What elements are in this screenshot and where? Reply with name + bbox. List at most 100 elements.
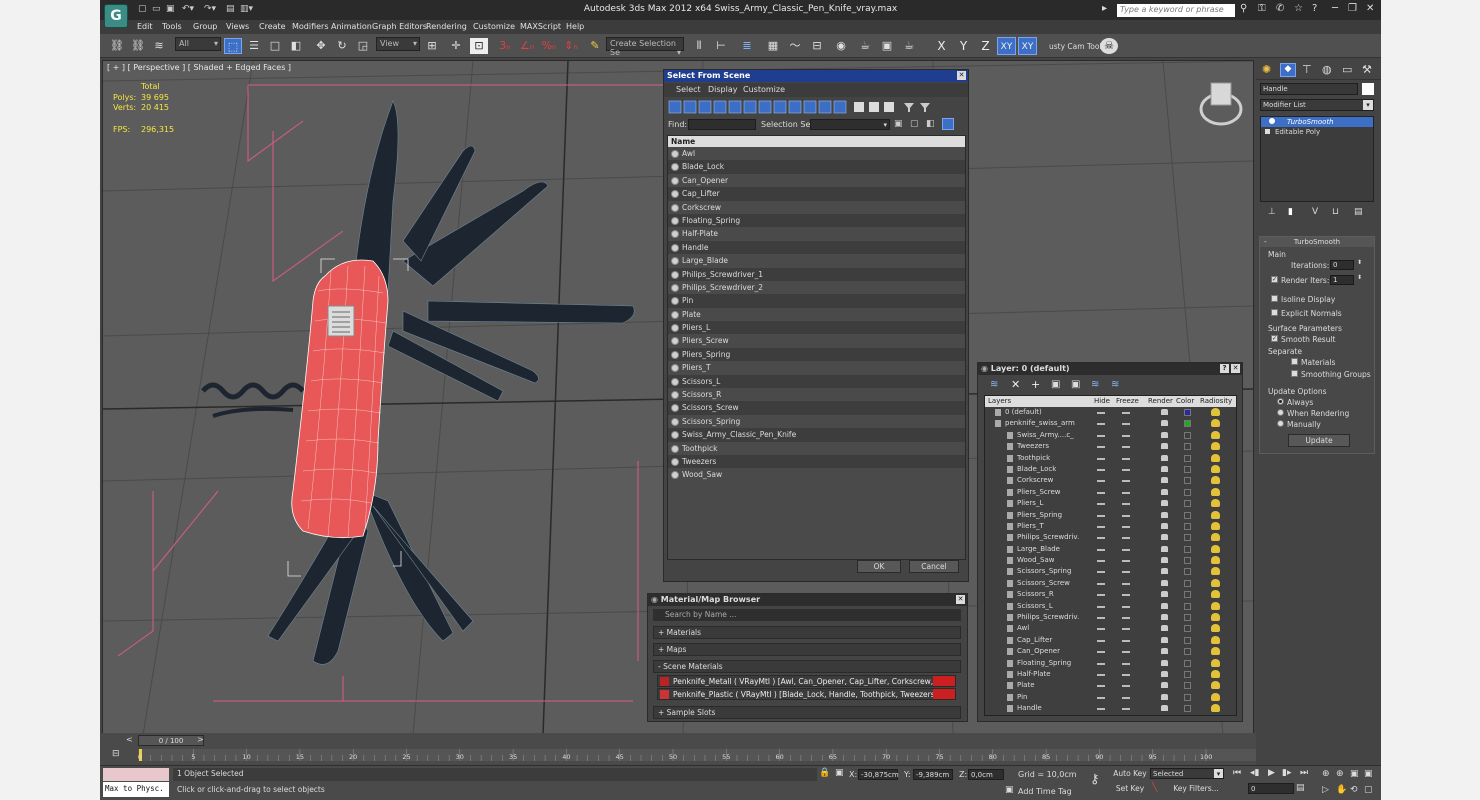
list-item[interactable]: Plate: [668, 308, 965, 321]
hide-toggle[interactable]: [1097, 537, 1105, 540]
hide-toggle[interactable]: [1097, 605, 1105, 608]
menu-customize[interactable]: Customize: [743, 85, 785, 94]
layer-manager-title[interactable]: ◉ Layer: 0 (default)? ✕: [978, 363, 1242, 375]
freeze-toggle[interactable]: [1122, 651, 1130, 654]
layer-row[interactable]: Tweezers: [985, 441, 1236, 452]
layer-row[interactable]: Cap_Lifter: [985, 635, 1236, 646]
layer-row[interactable]: Scissors_Spring: [985, 566, 1236, 577]
render-teapot-icon[interactable]: [1161, 602, 1168, 609]
render-teapot-icon[interactable]: [1161, 682, 1168, 689]
freeze-toggle[interactable]: [1122, 514, 1130, 517]
layer-row[interactable]: Corkscrew: [985, 475, 1236, 486]
spinner-arrows-icon[interactable]: ⬍: [1357, 259, 1362, 266]
remove-modifier-icon[interactable]: ⊔: [1332, 207, 1339, 217]
freeze-toggle[interactable]: [1122, 548, 1130, 551]
layer-color-swatch[interactable]: [1184, 545, 1191, 553]
freeze-toggle[interactable]: [1122, 525, 1130, 528]
menu-customize[interactable]: Customize: [473, 22, 515, 31]
radiosity-icon[interactable]: [1211, 556, 1220, 565]
snaps-toggle-icon[interactable]: 3ₙ: [496, 38, 514, 54]
radiosity-icon[interactable]: [1211, 590, 1220, 599]
render-teapot-icon[interactable]: [1161, 511, 1168, 518]
list-item[interactable]: Scissors_R: [668, 388, 965, 401]
render-teapot-icon[interactable]: [1161, 454, 1168, 461]
material-penknife-metall[interactable]: Penknife_Metall ( VRayMtl ) [Awl, Can_Op…: [657, 675, 956, 687]
scale-icon[interactable]: ◲: [354, 38, 372, 54]
hide-toggle[interactable]: [1097, 628, 1105, 631]
explicit-normals-checkbox[interactable]: [1271, 309, 1278, 316]
display-tab-icon[interactable]: ▭: [1342, 63, 1352, 76]
layer-color-swatch[interactable]: [1184, 534, 1191, 542]
freeze-toggle[interactable]: [1122, 560, 1130, 563]
render-production-icon[interactable]: ☕: [900, 38, 918, 54]
update-manually-radio[interactable]: [1277, 420, 1284, 427]
search-input[interactable]: Type a keyword or phrase: [1117, 4, 1235, 17]
motion-tab-icon[interactable]: ◍: [1322, 63, 1332, 76]
radiosity-icon[interactable]: [1211, 487, 1220, 496]
list-item[interactable]: Scissors_Spring: [668, 415, 965, 428]
layer-row[interactable]: Half-Plate: [985, 669, 1236, 680]
col-color[interactable]: Color: [1176, 397, 1194, 405]
axis-x-button[interactable]: X: [932, 37, 951, 55]
play-icon[interactable]: ▶: [1268, 768, 1275, 778]
freeze-toggle[interactable]: [1122, 537, 1130, 540]
expand-icon[interactable]: [1265, 129, 1270, 134]
layer-color-swatch[interactable]: [1184, 409, 1191, 416]
hide-all-icon[interactable]: ≋: [1091, 379, 1099, 390]
menu-help[interactable]: Help: [566, 22, 584, 31]
iterations-spinner[interactable]: 0: [1330, 260, 1354, 270]
col-freeze[interactable]: Freeze: [1116, 397, 1139, 405]
list-item[interactable]: Wood_Saw: [668, 468, 965, 481]
freeze-toggle[interactable]: [1122, 423, 1130, 426]
radiosity-icon[interactable]: [1211, 442, 1220, 451]
freeze-toggle[interactable]: [1122, 582, 1130, 585]
radiosity-icon[interactable]: [1211, 635, 1220, 644]
material-search-input[interactable]: Search by Name ...: [653, 609, 961, 621]
select-from-scene-title[interactable]: Select From Scene ✕: [664, 70, 968, 82]
x-coordinate-field[interactable]: -30,875cm: [858, 769, 899, 780]
layer-row[interactable]: Pin: [985, 692, 1236, 703]
radiosity-icon[interactable]: [1211, 476, 1220, 485]
zoom-all-icon[interactable]: ⊕: [1336, 769, 1344, 779]
hide-toggle[interactable]: [1097, 696, 1105, 699]
layer-color-swatch[interactable]: [1184, 522, 1191, 530]
axis-z-button[interactable]: Z: [976, 37, 995, 55]
list-item[interactable]: Tweezers: [668, 454, 965, 469]
pivot-center-icon[interactable]: ⊞: [423, 38, 441, 54]
close-icon[interactable]: ✕: [1231, 364, 1240, 373]
restore-icon[interactable]: ❐: [1348, 3, 1357, 14]
go-to-start-icon[interactable]: ⏮: [1233, 768, 1241, 778]
hide-toggle[interactable]: [1097, 434, 1105, 437]
render-teapot-icon[interactable]: [1161, 636, 1168, 643]
graphite-ribbon-icon[interactable]: ▦: [764, 38, 782, 54]
layer-color-swatch[interactable]: [1184, 682, 1191, 690]
select-invert-icon[interactable]: ◧: [926, 119, 935, 129]
freeze-toggle[interactable]: [1122, 696, 1130, 699]
menu-modifiers[interactable]: Modifiers: [292, 22, 329, 31]
render-teapot-icon[interactable]: [1161, 659, 1168, 666]
update-when-rendering-radio[interactable]: [1277, 409, 1284, 416]
radiosity-icon[interactable]: [1211, 658, 1220, 667]
select-none-icon[interactable]: ▢: [910, 119, 919, 129]
utilities-tab-icon[interactable]: ⚒: [1362, 63, 1372, 76]
browser-options-icon[interactable]: ◉: [651, 595, 661, 604]
maxscript-input[interactable]: Max to Physc.: [103, 782, 169, 797]
current-frame-field[interactable]: 0: [1248, 783, 1294, 794]
list-item[interactable]: Pliers_Spring: [668, 347, 965, 362]
hide-toggle[interactable]: [1097, 423, 1105, 426]
render-iters-spinner[interactable]: 1: [1330, 275, 1354, 285]
pin-stack-icon[interactable]: ⊥: [1268, 207, 1276, 217]
key-filters-button[interactable]: Key Filters...: [1168, 783, 1224, 796]
list-item[interactable]: Philips_Screwdriver_2: [668, 281, 965, 294]
hide-toggle[interactable]: [1097, 446, 1105, 449]
prev-key-icon[interactable]: ◂▮: [1250, 768, 1259, 778]
radiosity-icon[interactable]: [1211, 419, 1220, 428]
scene-materials-group[interactable]: - Scene Materials: [653, 660, 961, 673]
hide-toggle[interactable]: [1097, 514, 1105, 517]
ok-button[interactable]: OK: [857, 560, 901, 573]
freeze-toggle[interactable]: [1122, 594, 1130, 597]
prev-frame-icon[interactable]: <: [126, 735, 133, 744]
layer-row[interactable]: Can_Opener: [985, 646, 1236, 657]
freeze-toggle[interactable]: [1122, 457, 1130, 460]
layer-row[interactable]: Blade_Lock: [985, 464, 1236, 475]
